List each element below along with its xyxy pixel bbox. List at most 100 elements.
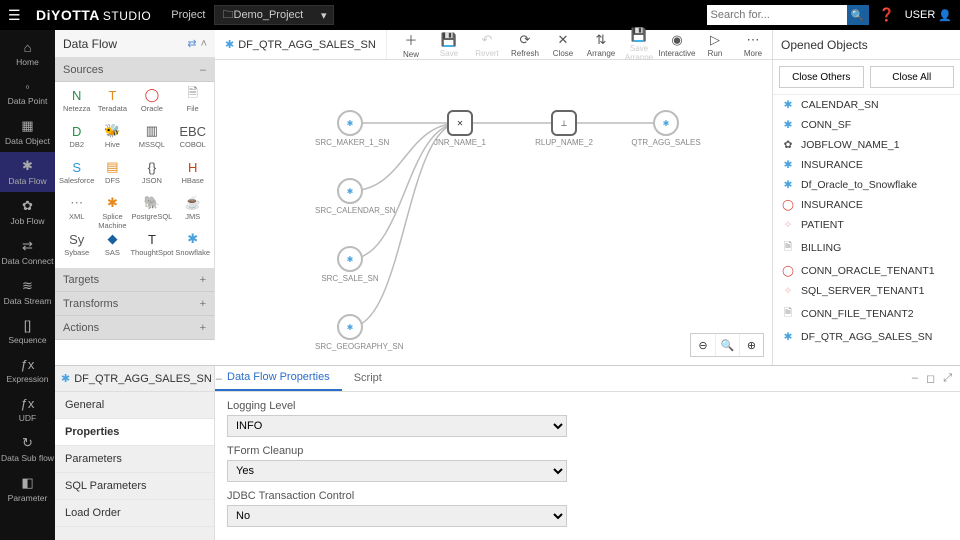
nav-data-point[interactable]: ◦Data Point [0, 73, 55, 112]
source-sybase[interactable]: SySybase [59, 230, 94, 264]
opened-df_oracle_to_snowflake[interactable]: ✱Df_Oracle_to_Snowflake [773, 175, 960, 195]
opened-df_qtr_agg_sales_sn[interactable]: ✱DF_QTR_AGG_SALES_SN [773, 327, 960, 347]
source-hbase[interactable]: HHBase [175, 158, 210, 192]
close-others-button[interactable]: Close Others [779, 66, 864, 88]
opened-conn_sf[interactable]: ✱CONN_SF [773, 115, 960, 135]
panel-menu-properties[interactable]: Properties [55, 419, 214, 446]
opened-sql_server_tenant1[interactable]: ✧SQL_SERVER_TENANT1 [773, 281, 960, 301]
source-db2[interactable]: DDB2 [59, 122, 94, 156]
tool-arrange[interactable]: ⇅Arrange [582, 32, 620, 58]
node-jnr_name_1[interactable]: ✕JNR_NAME_1 [425, 110, 495, 147]
nav-data-sub-flow[interactable]: ↻Data Sub flow [0, 429, 55, 469]
opened-insurance[interactable]: ✱INSURANCE [773, 155, 960, 175]
nav-expression[interactable]: ƒxExpression [0, 351, 55, 390]
source-oracle[interactable]: ◯Oracle [130, 86, 173, 120]
zoom-reset-icon[interactable]: 🔍 [715, 334, 739, 356]
panel-menu-sql-parameters[interactable]: SQL Parameters [55, 473, 214, 500]
source-salesforce[interactable]: SSalesforce [59, 158, 94, 192]
prop-jdbc-transaction-control[interactable]: No [227, 505, 567, 527]
tool-more[interactable]: ⋯More [734, 32, 772, 58]
palette-section-sources[interactable]: Sources– [55, 58, 214, 82]
node-src_geography_sn[interactable]: ✱SRC_GEOGRAPHY_SN [315, 314, 385, 351]
source-hive[interactable]: 🐝Hive [96, 122, 128, 156]
user-menu[interactable]: USER 👤 [905, 9, 952, 22]
nav-parameter[interactable]: ◧Parameter [0, 469, 55, 509]
node-src_maker_1_sn[interactable]: ✱SRC_MAKER_1_SN [315, 110, 385, 147]
nav-udf[interactable]: ƒxUDF [0, 390, 55, 429]
restore-icon[interactable]: ◻ [926, 372, 935, 385]
tool-interactive[interactable]: ◉Interactive [658, 32, 696, 58]
source-json[interactable]: {}JSON [130, 158, 173, 192]
opened-conn_oracle_tenant1[interactable]: ◯CONN_ORACLE_TENANT1 [773, 261, 960, 281]
tool-save: 💾Save [430, 32, 468, 58]
node-src_calendar_sn[interactable]: ✱SRC_CALENDAR_SN [315, 178, 385, 215]
nav-data-connect[interactable]: ⇄Data Connect [0, 232, 55, 272]
panel-tab-data-flow-properties[interactable]: Data Flow Properties [215, 366, 342, 391]
palette-section-targets[interactable]: Targets+ [55, 268, 214, 292]
source-mssql[interactable]: ▥MSSQL [130, 122, 173, 156]
source-cobol[interactable]: EBCCOBOL [175, 122, 210, 156]
tool-new[interactable]: ＋New [392, 30, 430, 59]
tab-dataflow[interactable]: ✱DF_QTR_AGG_SALES_SN [215, 30, 387, 59]
zoom-out-icon[interactable]: ⊖ [691, 334, 715, 356]
panel-menu-parameters[interactable]: Parameters [55, 446, 214, 473]
opened-jobflow_name_1[interactable]: ✿JOBFLOW_NAME_1 [773, 135, 960, 155]
nav-data-stream[interactable]: ≋Data Stream [0, 272, 55, 312]
swap-icon[interactable]: ⇄ [187, 37, 196, 50]
nav-data-object[interactable]: ▦Data Object [0, 112, 55, 152]
opened-objects-title: Opened Objects [773, 30, 960, 60]
tool-run[interactable]: ▷Run [696, 32, 734, 58]
logo: DiYOTTASTUDIO [36, 7, 151, 23]
source-teradata[interactable]: TTeradata [96, 86, 128, 120]
search-input[interactable] [707, 5, 847, 25]
opened-conn_file_tenant2[interactable]: 🗎CONN_FILE_TENANT2 [773, 301, 960, 327]
project-selector[interactable]: 🗀 Demo_Project▾ [214, 5, 334, 25]
source-xml[interactable]: ⋯XML [59, 194, 94, 228]
palette-section-actions[interactable]: Actions+ [55, 316, 214, 340]
canvas[interactable]: ⊖ 🔍 ⊕ ✱SRC_MAKER_1_SN ✱SRC_CALENDAR_SN ✱SR… [215, 60, 772, 365]
canvas-tabs: ✱DF_QTR_AGG_SALES_SN ＋New💾Save↶Revert⟳Re… [215, 30, 772, 60]
opened-patient[interactable]: ✧PATIENT [773, 215, 960, 235]
menu-icon[interactable]: ☰ [8, 7, 24, 24]
node-src_sale_sn[interactable]: ✱SRC_SALE_SN [315, 246, 385, 283]
opened-insurance[interactable]: ◯INSURANCE [773, 195, 960, 215]
source-sas[interactable]: ◆SAS [96, 230, 128, 264]
panel-tab-script[interactable]: Script [342, 366, 394, 391]
source-file[interactable]: 🗎File [175, 86, 210, 120]
node-rlup_name_2[interactable]: ⊥RLUP_NAME_2 [529, 110, 599, 147]
node-qtr_agg_sales[interactable]: ✱QTR_AGG_SALES [631, 110, 701, 147]
nav-home[interactable]: ⌂Home [0, 34, 55, 73]
source-dfs[interactable]: ▤DFS [96, 158, 128, 192]
source-jms[interactable]: ☕JMS [175, 194, 210, 228]
opened-billing[interactable]: 🗎BILLING [773, 235, 960, 261]
nav-sequence[interactable]: []Sequence [0, 312, 55, 351]
tool-refresh[interactable]: ⟳Refresh [506, 32, 544, 58]
collapse-icon[interactable]: ˄ [201, 38, 207, 50]
minimize-icon[interactable]: – [912, 372, 918, 385]
tool-close[interactable]: ✕Close [544, 32, 582, 58]
maximize-icon[interactable]: ⤢ [943, 372, 952, 385]
panel-menu-load-order[interactable]: Load Order [55, 500, 214, 527]
palette-section-transforms[interactable]: Transforms+ [55, 292, 214, 316]
nav-data-flow[interactable]: ✱Data Flow [0, 152, 55, 192]
source-thoughtspot[interactable]: TThoughtSpot [130, 230, 173, 264]
prop-label: Logging Level [227, 400, 948, 412]
panel-menu-general[interactable]: General [55, 392, 214, 419]
source-snowflake[interactable]: ✱Snowflake [175, 230, 210, 264]
prop-tform-cleanup[interactable]: Yes [227, 460, 567, 482]
opened-calendar_sn[interactable]: ✱CALENDAR_SN [773, 95, 960, 115]
zoom-in-icon[interactable]: ⊕ [739, 334, 763, 356]
source-splice-machine[interactable]: ✱Splice Machine [96, 194, 128, 228]
help-icon[interactable]: ❓ [879, 7, 895, 23]
nav-job-flow[interactable]: ✿Job Flow [0, 192, 55, 232]
source-netezza[interactable]: NNetezza [59, 86, 94, 120]
search-button[interactable]: 🔍 [847, 5, 869, 25]
project-label: Project [171, 9, 205, 21]
dataflow-header: Data Flow ⇄ ˄ [55, 30, 215, 58]
snowflake-icon: ✱ [225, 38, 234, 51]
source-postgresql[interactable]: 🐘PostgreSQL [130, 194, 173, 228]
prop-logging-level[interactable]: INFO [227, 415, 567, 437]
prop-label: JDBC Transaction Control [227, 490, 948, 502]
panel-object-title: ✱DF_QTR_AGG_SALES_SN– [55, 366, 214, 392]
close-all-button[interactable]: Close All [870, 66, 955, 88]
